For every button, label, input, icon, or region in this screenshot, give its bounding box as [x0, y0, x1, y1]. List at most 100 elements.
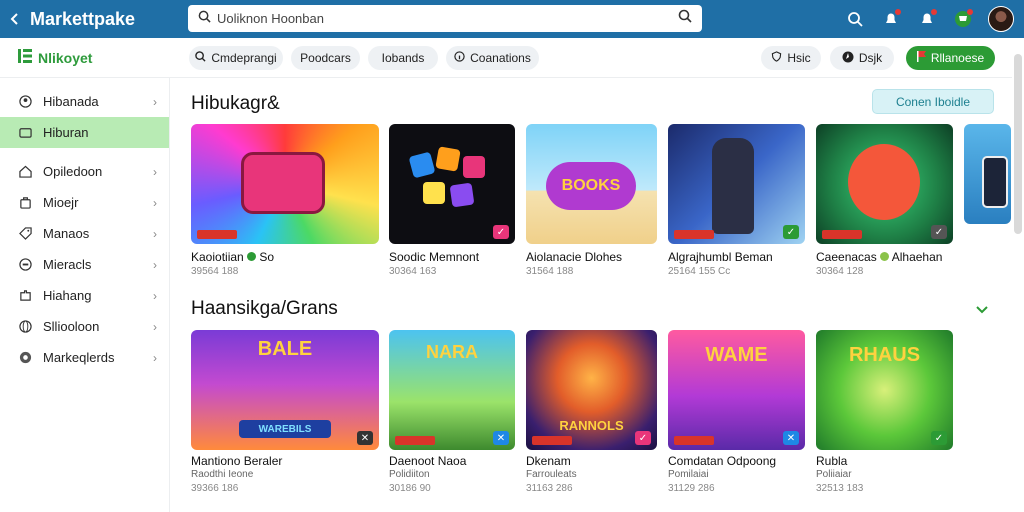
price-badge: [674, 230, 714, 239]
chevron-right-icon: ›: [153, 226, 157, 241]
app-title: Aiolanacie Dlohes: [526, 250, 623, 264]
sidebar-item-6[interactable]: Hiahang ›: [0, 280, 169, 311]
search-input[interactable]: Uoliknon Hoonban: [217, 11, 678, 26]
avatar[interactable]: [988, 6, 1014, 32]
sidebar-item-label: Mioejr: [43, 195, 79, 210]
game-art-title: BALE: [257, 338, 313, 360]
game-title: Rubla: [816, 454, 848, 468]
game-subtitle: Raodthi Ieone: [191, 469, 254, 480]
game-thumbnail[interactable]: WAME ✕: [668, 330, 805, 450]
sidebar-item-label: Hiahang: [43, 288, 92, 303]
app-card[interactable]: ✓ Soodic Memnont 30364 163: [389, 124, 515, 277]
chevron-right-icon: ›: [153, 257, 157, 272]
chevron-down-icon[interactable]: [975, 302, 989, 320]
primary-action-button[interactable]: Rllanoese: [906, 46, 995, 70]
grid-logo-icon: [18, 49, 32, 66]
platform-icon: ✓: [635, 431, 651, 445]
app-meta: 30364 163: [389, 266, 437, 277]
puzzle-icon: [18, 289, 32, 303]
game-thumbnail[interactable]: BALE WAREBILS ✕: [191, 330, 379, 450]
app-title: Algrajhumbl Beman: [668, 250, 773, 264]
app-title: Soodic Memnont: [389, 250, 480, 264]
app-title: Markettpake: [30, 8, 136, 29]
tag-icon: [18, 227, 32, 241]
cart-icon[interactable]: [952, 8, 974, 30]
game-card[interactable]: RANNOLS ✓ Dkenam Farrouleats 31163 286: [526, 330, 657, 496]
game-thumbnail[interactable]: RANNOLS ✓: [526, 330, 657, 450]
search-icon[interactable]: [844, 8, 866, 30]
game-card[interactable]: RHAUS ✓ Rubla Poliiaiar 32513 183: [816, 330, 953, 496]
app-meta: 31564 188: [526, 266, 574, 277]
check-badge-icon: ✓: [931, 225, 947, 239]
house-icon: [18, 165, 32, 179]
app-title: Kaoiotiian So: [191, 250, 275, 264]
game-card[interactable]: WAME ✕ Comdatan Odpoong Pomilaiai 31129 …: [668, 330, 805, 496]
sidebar-item-label: Slliooloon: [43, 319, 100, 334]
home-icon: [18, 126, 32, 140]
game-art-title: NARA: [426, 342, 478, 362]
filter-chip-label: Coanations: [470, 51, 531, 65]
app-card[interactable]: Kaoiotiian So 39564 188: [191, 124, 379, 277]
game-meta: 31129 286: [668, 483, 715, 494]
search-bar[interactable]: Uoliknon Hoonban: [188, 5, 702, 32]
shield-icon: [771, 51, 782, 65]
flag-icon: [916, 51, 926, 65]
sidebar-item-1[interactable]: Hiburan: [0, 117, 169, 148]
sub-bar: Nlikoyet Cmdeprangi Poodcars Iobands Coa…: [0, 38, 1012, 78]
help-button[interactable]: Hsic: [761, 46, 821, 70]
filter-chip-label: Iobands: [381, 51, 425, 65]
game-card[interactable]: BALE WAREBILS ✕ Mantiono Beraler Raodthi…: [191, 330, 379, 496]
notification-icon[interactable]: [880, 8, 902, 30]
dark-mode-label: Dsjk: [858, 51, 883, 65]
game-subtitle: Poliiaiar: [816, 469, 852, 480]
app-card[interactable]: BOOKS Aiolanacie Dlohes 31564 188: [526, 124, 657, 277]
app-card[interactable]: ✓ Algrajhumbl Beman 25164 155 Cc: [668, 124, 805, 277]
dark-mode-button[interactable]: Dsjk: [830, 46, 894, 70]
filter-chip-0[interactable]: Cmdeprangi: [189, 46, 283, 70]
game-meta: 30186 90: [389, 483, 431, 494]
see-all-button[interactable]: Conen Iboidle: [872, 89, 994, 114]
help-button-label: Hsic: [787, 51, 811, 65]
chevron-right-icon: ›: [153, 288, 157, 303]
filter-chip-3[interactable]: Coanations: [446, 46, 539, 70]
app-thumbnail[interactable]: ✓: [668, 124, 805, 244]
game-title: Daenoot Naoa: [389, 454, 467, 468]
chevron-right-icon: ›: [153, 94, 157, 109]
alert-icon[interactable]: [916, 8, 938, 30]
app-meta: 25164 155 Cc: [668, 266, 731, 277]
app-thumbnail[interactable]: [964, 124, 1011, 224]
app-thumbnail[interactable]: BOOKS: [526, 124, 657, 244]
section-title-games: Haansikga/Grans: [191, 298, 338, 319]
price-badge: [822, 230, 862, 239]
sidebar-item-3[interactable]: Mioejr ›: [0, 187, 169, 218]
filter-chip-2[interactable]: Iobands: [368, 46, 438, 70]
app-thumbnail[interactable]: [191, 124, 379, 244]
sidebar-item-8[interactable]: Markeqlerds ›: [0, 342, 169, 373]
app-icon-art: [241, 152, 325, 214]
globe-icon: [18, 320, 32, 334]
sidebar-item-4[interactable]: Manaos ›: [0, 218, 169, 249]
sidebar-item-label: Hibanada: [43, 94, 99, 109]
sidebar-item-0[interactable]: Hibanada ›: [0, 86, 169, 117]
store-logo[interactable]: Nlikoyet: [18, 49, 92, 66]
scrollbar[interactable]: [1014, 54, 1022, 234]
sidebar-item-7[interactable]: Slliooloon ›: [0, 311, 169, 342]
sidebar-item-2[interactable]: Opiledoon ›: [0, 156, 169, 187]
app-thumbnail[interactable]: ✓: [389, 124, 515, 244]
search-submit-icon[interactable]: [678, 9, 692, 28]
circle-icon: [18, 351, 32, 365]
sidebar-item-5[interactable]: Mieracls ›: [0, 249, 169, 280]
filter-chip-1[interactable]: Poodcars: [291, 46, 360, 70]
app-meta: 39564 188: [191, 266, 239, 277]
app-meta: 30364 128: [816, 266, 864, 277]
price-badge: [532, 436, 572, 445]
app-card-partial[interactable]: [964, 124, 1011, 244]
app-thumbnail[interactable]: ✓: [816, 124, 953, 244]
game-card[interactable]: NARA ✕ Daenoot Naoa Polidiiton 30186 90: [389, 330, 515, 496]
game-thumbnail[interactable]: RHAUS ✓: [816, 330, 953, 450]
back-arrow-icon[interactable]: [0, 0, 30, 38]
app-card[interactable]: ✓ Caeenacas Alhaehan 30364 128: [816, 124, 953, 277]
game-thumbnail[interactable]: NARA ✕: [389, 330, 515, 450]
search-icon: [198, 10, 211, 28]
primary-action-label: Rllanoese: [930, 51, 985, 65]
